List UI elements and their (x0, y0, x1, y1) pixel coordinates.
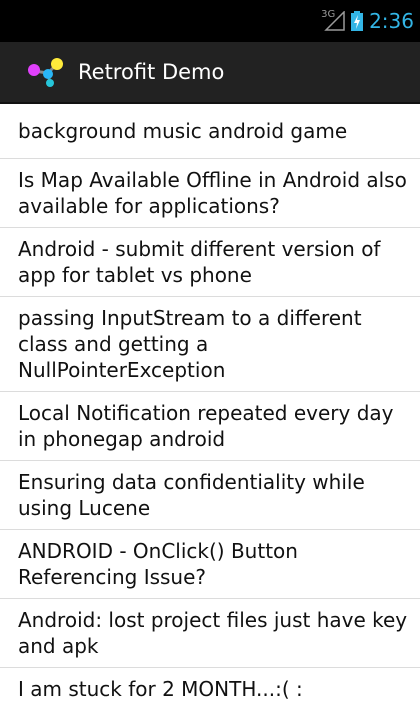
list-item[interactable]: Ensuring data confidentiality while usin… (0, 461, 420, 530)
status-time: 2:36 (369, 9, 414, 33)
status-bar: 3G 2:36 (0, 0, 420, 42)
list-item[interactable]: background music android game (0, 104, 420, 159)
list-item[interactable]: Is Map Available Offline in Android also… (0, 159, 420, 228)
list-item[interactable]: I am stuck for 2 MONTH...:( : threadid=1… (0, 668, 420, 702)
battery-charging-icon (351, 11, 364, 31)
signal-icon: 3G (321, 9, 345, 31)
list-item[interactable]: Local Notification repeated every day in… (0, 392, 420, 461)
list-item[interactable]: Android - submit different version of ap… (0, 228, 420, 297)
action-bar: Retrofit Demo (0, 42, 420, 104)
app-logo-icon[interactable] (26, 57, 64, 87)
app-title: Retrofit Demo (78, 60, 225, 84)
list-item[interactable]: ANDROID - OnClick() Button Referencing I… (0, 530, 420, 599)
app-screen: 3G 2:36 Retrofit Demo background music a… (0, 0, 420, 702)
list-item[interactable]: Android: lost project files just have ke… (0, 599, 420, 668)
question-list: background music android game Is Map Ava… (0, 104, 420, 702)
list-item[interactable]: passing InputStream to a different class… (0, 297, 420, 392)
